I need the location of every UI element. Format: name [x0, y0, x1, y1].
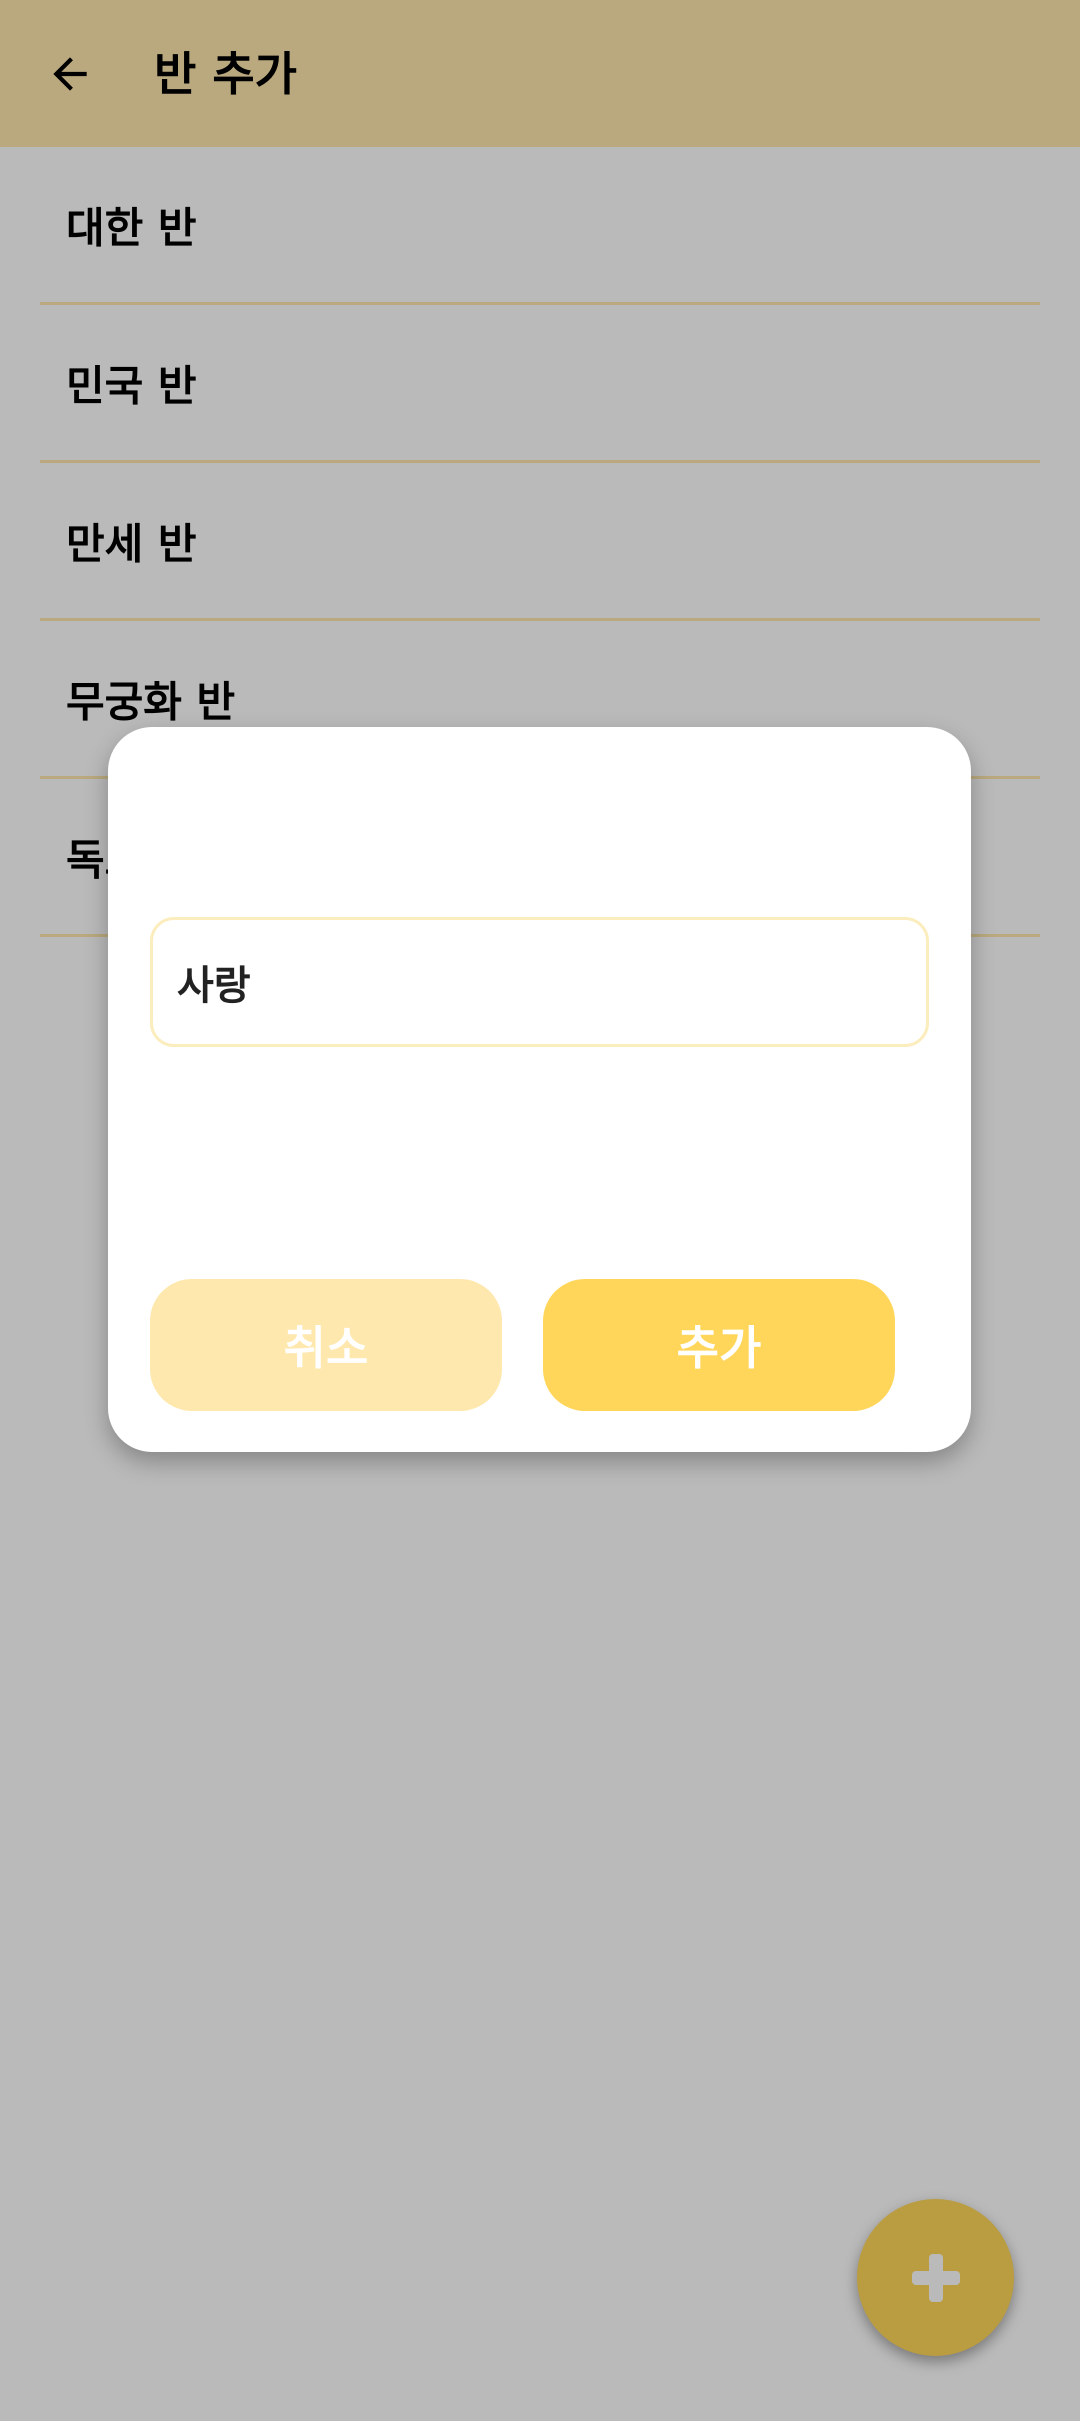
add-button[interactable]: 추가	[543, 1279, 895, 1411]
class-name-input[interactable]	[150, 917, 929, 1047]
cancel-button[interactable]: 취소	[150, 1279, 502, 1411]
add-class-dialog: 취소 추가	[108, 727, 971, 1452]
